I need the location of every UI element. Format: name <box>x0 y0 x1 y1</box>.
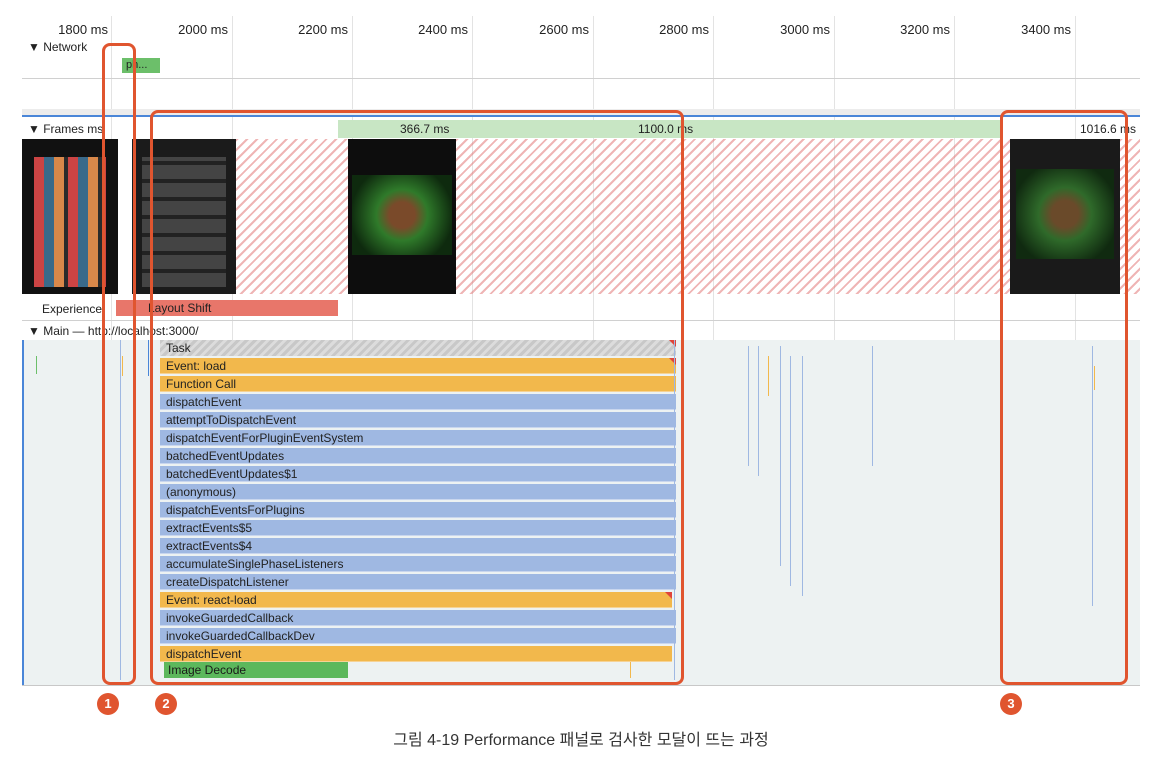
frames-label: ▼ Frames <box>28 122 84 136</box>
activity-tick <box>780 346 781 566</box>
marker-1: 1 <box>97 693 119 715</box>
highlight-box-3 <box>1000 110 1128 685</box>
main-track-edge <box>22 340 24 686</box>
activity-tick <box>748 346 749 466</box>
thumbnail-image-grid <box>34 157 106 287</box>
divider <box>22 78 1140 79</box>
highlight-box-1 <box>102 43 136 685</box>
activity-tick <box>768 356 769 396</box>
activity-tick <box>802 356 803 596</box>
highlight-box-2 <box>150 110 684 685</box>
activity-tick <box>36 356 37 374</box>
activity-tick <box>872 346 873 466</box>
activity-tick <box>758 346 759 476</box>
ruler-tick: 2800 ms <box>659 22 709 37</box>
ruler-tick: 2000 ms <box>178 22 228 37</box>
network-track-toggle[interactable]: ▼ Network <box>28 40 87 54</box>
ruler-tick: 3000 ms <box>780 22 830 37</box>
marker-2: 2 <box>155 693 177 715</box>
figure-caption: 그림 4-19 Performance 패널로 검사한 모달이 뜨는 과정 <box>393 732 769 749</box>
ruler-tick: 2200 ms <box>298 22 348 37</box>
activity-tick <box>790 356 791 586</box>
ruler-tick: 2600 ms <box>539 22 589 37</box>
ruler-tick: 3400 ms <box>1021 22 1071 37</box>
ruler-tick: 1800 ms <box>58 22 108 37</box>
frames-track-toggle[interactable]: ▼ Frames ms <box>28 122 103 136</box>
frames-unit: ms <box>87 122 104 136</box>
ruler-tick: 2400 ms <box>418 22 468 37</box>
activity-tick <box>148 340 149 376</box>
experience-label: Experience <box>42 302 103 316</box>
ruler-tick: 3200 ms <box>900 22 950 37</box>
marker-3: 3 <box>1000 693 1022 715</box>
